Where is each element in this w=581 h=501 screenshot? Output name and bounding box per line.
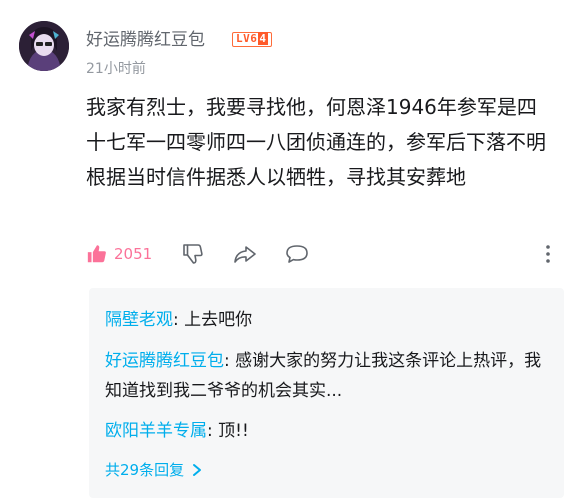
reply-item[interactable]: 好运腾腾红豆包: 感谢大家的努力让我这条评论上热评，我知道找到我二爷爷的机会其实… <box>105 346 545 406</box>
thumbs-down-icon <box>183 244 203 264</box>
chevron-right-icon <box>193 464 202 476</box>
reply-username[interactable]: 隔壁老观 <box>105 310 173 330</box>
reply-username[interactable]: 好运腾腾红豆包 <box>105 351 224 371</box>
view-all-replies-label: 共29条回复 <box>105 461 185 479</box>
share-icon <box>234 246 256 263</box>
reply-button[interactable] <box>284 238 310 270</box>
reply-separator: : <box>173 310 185 330</box>
reply-item[interactable]: 欧阳羊羊专属: 顶!! <box>105 416 545 446</box>
like-count: 2051 <box>114 245 153 263</box>
reply-username[interactable]: 欧阳羊羊专属 <box>105 421 207 441</box>
level-badge-suffix: 4 <box>258 32 268 45</box>
avatar-image <box>19 21 69 71</box>
like-button[interactable]: 2051 <box>86 238 152 270</box>
comment-actions: 2051 <box>86 238 556 270</box>
reply-separator: : <box>224 351 236 371</box>
reply-separator: : <box>207 421 219 441</box>
comment-text: 我家有烈士，我要寻找他，何恩泽1946年参军是四十七军一四零师四一八团侦通连的，… <box>86 95 546 189</box>
replies-panel[interactable]: 隔壁老观: 上去吧你 好运腾腾红豆包: 感谢大家的努力让我这条评论上热评，我知道… <box>89 288 564 498</box>
more-button[interactable] <box>538 238 558 270</box>
reply-item[interactable]: 隔壁老观: 上去吧你 <box>105 305 545 335</box>
reply-text: 上去吧你 <box>184 310 253 330</box>
level-badge-text: LV6 <box>236 32 258 45</box>
view-all-replies-link[interactable]: 共29条回复 <box>105 460 202 480</box>
share-button[interactable] <box>232 238 258 270</box>
reply-icon <box>286 245 308 263</box>
comment-username[interactable]: 好运腾腾红豆包 <box>86 30 205 50</box>
thumbs-up-icon <box>87 245 106 263</box>
avatar[interactable] <box>19 21 69 71</box>
dislike-button[interactable] <box>181 238 205 270</box>
level-badge: LV6 4 <box>232 32 272 47</box>
more-vertical-icon <box>546 245 550 263</box>
comment-time: 21小时前 <box>86 61 146 77</box>
reply-text: 顶!! <box>218 421 249 441</box>
